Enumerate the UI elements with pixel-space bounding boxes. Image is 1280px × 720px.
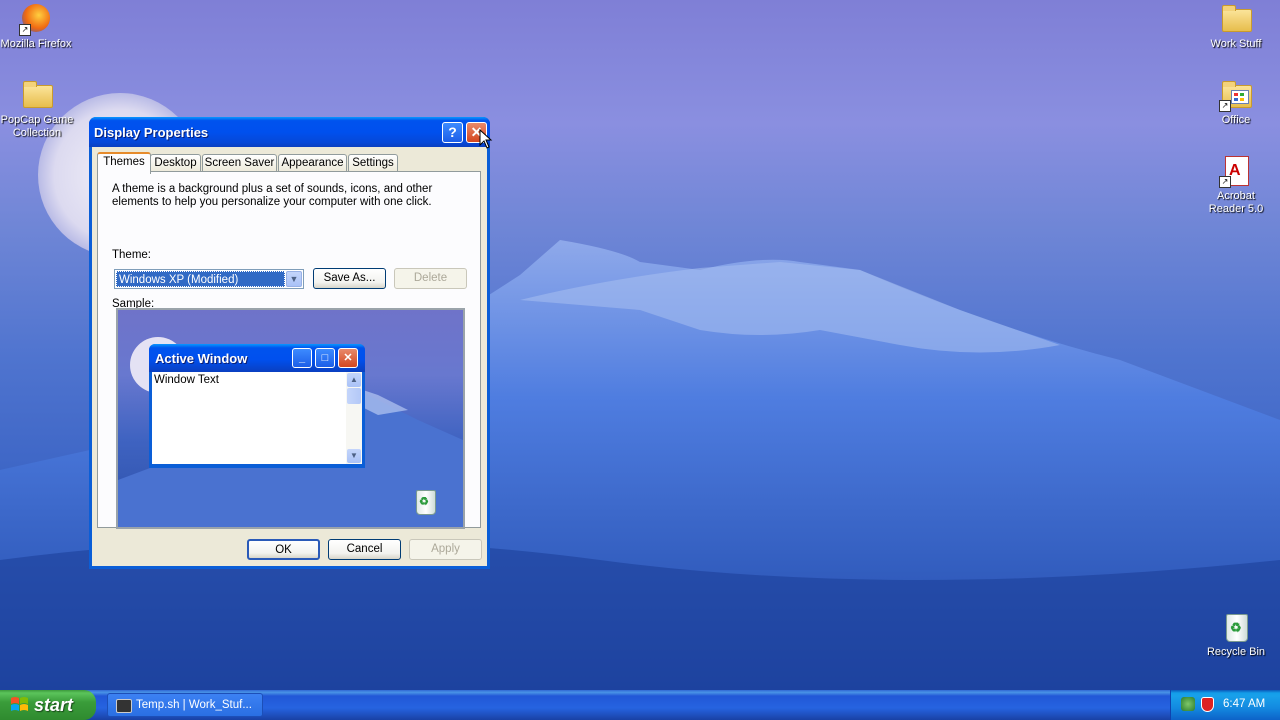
sample-window-title-bar: Active Window _ □ ✕ — [149, 344, 365, 372]
desktop-icon-popcap-game-collection[interactable]: PopCap Game Collection — [0, 78, 75, 140]
display-properties-dialog[interactable]: Display Properties ? ✕ Themes Desktop Sc… — [89, 117, 490, 569]
ok-button[interactable]: OK — [247, 539, 320, 560]
desktop-icon-mozilla-firefox[interactable]: ↗ Mozilla Firefox — [0, 2, 74, 51]
desktop[interactable]: ↗ Mozilla Firefox PopCap Game Collection… — [0, 0, 1280, 690]
tab-desktop[interactable]: Desktop — [150, 154, 201, 172]
help-icon: ? — [448, 124, 457, 140]
firefox-icon: ↗ — [19, 2, 53, 36]
tab-themes[interactable]: Themes — [97, 152, 151, 174]
theme-dropdown-value: Windows XP (Modified) — [116, 271, 285, 287]
clock[interactable]: 6:47 AM — [1223, 698, 1265, 710]
sample-window-text: Window Text — [152, 372, 346, 464]
sample-scrollbar: ▲ ▼ — [346, 372, 362, 464]
recycle-bin-icon: ♻ — [414, 488, 436, 515]
themes-tab-panel: A theme is a background plus a set of so… — [97, 171, 481, 529]
network-icon[interactable] — [1181, 697, 1195, 711]
mouse-cursor-icon — [479, 129, 493, 149]
scroll-up-icon: ▲ — [347, 373, 361, 387]
taskbar-item-temp-sh[interactable]: Temp.sh | Work_Stuf... — [107, 693, 263, 717]
dialog-client-area: Themes Desktop Screen Saver Appearance S… — [92, 147, 487, 566]
close-icon: ✕ — [338, 348, 358, 368]
tab-appearance[interactable]: Appearance — [278, 154, 347, 172]
cancel-button[interactable]: Cancel — [328, 539, 401, 560]
tab-screen-saver[interactable]: Screen Saver — [202, 154, 277, 172]
maximize-icon: □ — [315, 348, 335, 368]
desktop-icon-acrobat-reader[interactable]: A ↗ Acrobat Reader 5.0 — [1198, 154, 1274, 216]
help-button[interactable]: ? — [442, 122, 463, 143]
folder-icon — [1219, 2, 1253, 36]
recycle-bin-icon: ♻ — [1219, 610, 1253, 644]
taskbar-item-label: Temp.sh | Work_Stuf... — [136, 699, 252, 711]
desktop-icon-office[interactable]: ↗ Office — [1198, 78, 1274, 127]
chevron-down-icon[interactable]: ▼ — [286, 271, 302, 287]
dialog-title-bar[interactable]: Display Properties ? ✕ — [89, 117, 490, 147]
acrobat-icon: A ↗ — [1219, 154, 1253, 188]
taskbar: start Temp.sh | Work_Stuf... 6:47 AM — [0, 690, 1280, 720]
desktop-icon-work-stuff[interactable]: Work Stuff — [1198, 2, 1274, 51]
theme-label: Theme: — [112, 249, 151, 261]
app-icon — [116, 699, 132, 713]
system-tray: 6:47 AM — [1170, 690, 1280, 720]
theme-description: A theme is a background plus a set of so… — [112, 183, 433, 208]
windows-logo-icon — [11, 697, 28, 711]
sample-window-title: Active Window — [155, 351, 248, 366]
tab-settings[interactable]: Settings — [348, 154, 398, 172]
theme-sample-preview: Active Window _ □ ✕ Window Text ▲ ▼ ♻ — [116, 308, 465, 529]
office-folder-icon: ↗ — [1219, 78, 1253, 112]
delete-button[interactable]: Delete — [394, 268, 467, 289]
security-shield-icon[interactable] — [1201, 697, 1214, 712]
dialog-title: Display Properties — [94, 125, 209, 140]
start-label: start — [34, 695, 74, 715]
scroll-thumb — [347, 388, 361, 404]
save-as-button[interactable]: Save As... — [313, 268, 386, 289]
desktop-icon-recycle-bin[interactable]: ♻ Recycle Bin — [1198, 610, 1274, 659]
theme-dropdown[interactable]: Windows XP (Modified) ▼ — [114, 269, 304, 289]
start-button[interactable]: start — [0, 690, 96, 720]
minimize-icon: _ — [292, 348, 312, 368]
sample-active-window: Active Window _ □ ✕ Window Text ▲ ▼ — [149, 344, 365, 468]
apply-button[interactable]: Apply — [409, 539, 482, 560]
scroll-down-icon: ▼ — [347, 449, 361, 463]
folder-icon — [20, 78, 54, 112]
